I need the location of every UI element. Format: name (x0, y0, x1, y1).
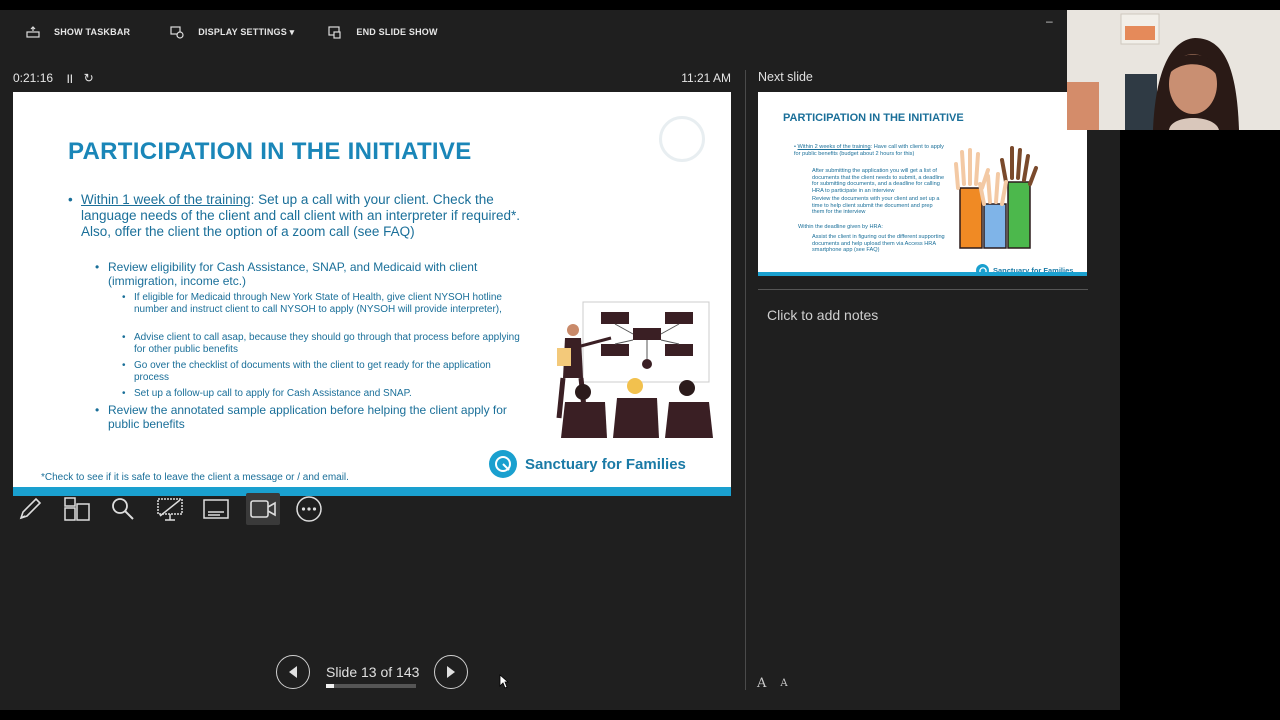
webcam-video (1067, 10, 1280, 130)
bullet-level3: Advise client to call asap, because they… (122, 332, 527, 356)
presenter-topbar: SHOW TASKBAR DISPLAY SETTINGS ▾ END SLID… (0, 10, 1120, 54)
next-slide-subbullet: Assist the client in figuring out the di… (812, 234, 945, 254)
current-slide[interactable]: PARTICIPATION IN THE INITIATIVE Within 1… (13, 92, 731, 496)
display-icon (166, 24, 188, 40)
slide-navigation: Slide 13 of 143 (276, 655, 476, 689)
reset-icon[interactable]: ↻ (84, 71, 94, 85)
previous-icon (289, 666, 297, 678)
slide-progress-fill (326, 684, 335, 688)
bullet-underlined-text: Within 1 week of the training (81, 192, 251, 207)
next-slide-underlined-text: Within 2 weeks of the training (797, 144, 871, 150)
minimize-button[interactable]: – (1046, 14, 1053, 28)
raised-hands-illustration (954, 146, 1038, 249)
end-slide-show-button[interactable]: END SLIDE SHOW (324, 24, 437, 40)
decrease-font-button[interactable]: A (780, 678, 787, 691)
mouse-cursor-icon (499, 674, 509, 689)
presenter-tools (13, 493, 339, 525)
bullet-level1: Within 1 week of the training: Set up a … (68, 192, 528, 241)
end-show-icon (324, 24, 346, 40)
more-options-button[interactable] (292, 493, 326, 525)
display-settings-label: DISPLAY SETTINGS ▾ (198, 26, 295, 37)
show-taskbar-label: SHOW TASKBAR (54, 27, 131, 37)
next-slide-bottom-bar (758, 272, 1087, 276)
timer-row: 0:21:16 | | ↻ 11:21 AM (13, 70, 731, 86)
bullet-level3: Go over the checklist of documents with … (122, 360, 527, 384)
brand-name: Sanctuary for Families (525, 455, 686, 473)
sanctuary-logo-icon (489, 450, 517, 478)
speaker-notes-area[interactable]: Click to add notes (767, 307, 878, 323)
previous-slide-button[interactable] (276, 655, 310, 689)
slide-footnote: *Check to see if it is safe to leave the… (41, 472, 349, 483)
bullet-level3: If eligible for Medicaid through New Yor… (122, 292, 527, 316)
brand-logo: Sanctuary for Families (489, 450, 686, 478)
next-slide-bullet: Within the deadline given by HRA: (798, 224, 883, 230)
subtitles-icon (203, 499, 229, 519)
more-options-icon (296, 496, 322, 522)
all-slides-icon (63, 497, 90, 521)
see-all-slides-button[interactable] (60, 493, 94, 525)
presenter-view: SHOW TASKBAR DISPLAY SETTINGS ▾ END SLID… (0, 10, 1120, 710)
increase-font-button[interactable]: A (757, 676, 766, 691)
webcam-presenter-image (1067, 10, 1280, 130)
show-taskbar-button[interactable]: SHOW TASKBAR (22, 24, 130, 40)
subtitles-button[interactable] (199, 493, 233, 525)
display-settings-button[interactable]: DISPLAY SETTINGS ▾ (166, 24, 294, 40)
zoom-icon (112, 498, 134, 520)
camera-icon (249, 500, 276, 518)
slide-progress-bar (326, 684, 416, 688)
next-slide-bullet: • Within 2 weeks of the training: Have c… (794, 144, 944, 157)
pen-icon (19, 497, 42, 520)
camera-button[interactable] (245, 493, 280, 525)
notes-separator (758, 289, 1088, 290)
taskbar-icon (22, 24, 44, 40)
watermark-logo (659, 116, 705, 162)
next-slide-label: Next slide (758, 70, 813, 84)
notes-font-controls: A A (757, 676, 802, 691)
presentation-illustration (556, 301, 713, 438)
pen-tool-button[interactable] (13, 493, 47, 525)
next-slide-subbullet: After submitting the application you wil… (812, 168, 945, 194)
pane-divider[interactable] (745, 70, 746, 690)
next-slide-button[interactable] (434, 655, 468, 689)
pause-icon[interactable]: | | (67, 73, 72, 83)
bullet-level3: Set up a follow-up call to apply for Cas… (122, 388, 527, 400)
next-slide-preview[interactable]: PARTICIPATION IN THE INITIATIVE • Within… (758, 92, 1087, 276)
next-slide-title: PARTICIPATION IN THE INITIATIVE (783, 112, 964, 124)
slide-title: PARTICIPATION IN THE INITIATIVE (68, 138, 472, 165)
black-screen-button[interactable] (153, 493, 187, 525)
elapsed-timer: 0:21:16 (13, 71, 54, 85)
end-slide-show-label: END SLIDE SHOW (356, 27, 438, 37)
black-screen-icon (156, 498, 183, 521)
bullet-level2: Review the annotated sample application … (95, 403, 525, 432)
bullet-level2: Review eligibility for Cash Assistance, … (95, 260, 515, 289)
slide-counter[interactable]: Slide 13 of 143 (326, 664, 419, 680)
next-slide-subbullet: Review the documents with your client an… (812, 196, 940, 216)
next-icon (447, 666, 455, 678)
clock: 11:21 AM (681, 71, 731, 85)
zoom-button[interactable] (106, 493, 140, 525)
